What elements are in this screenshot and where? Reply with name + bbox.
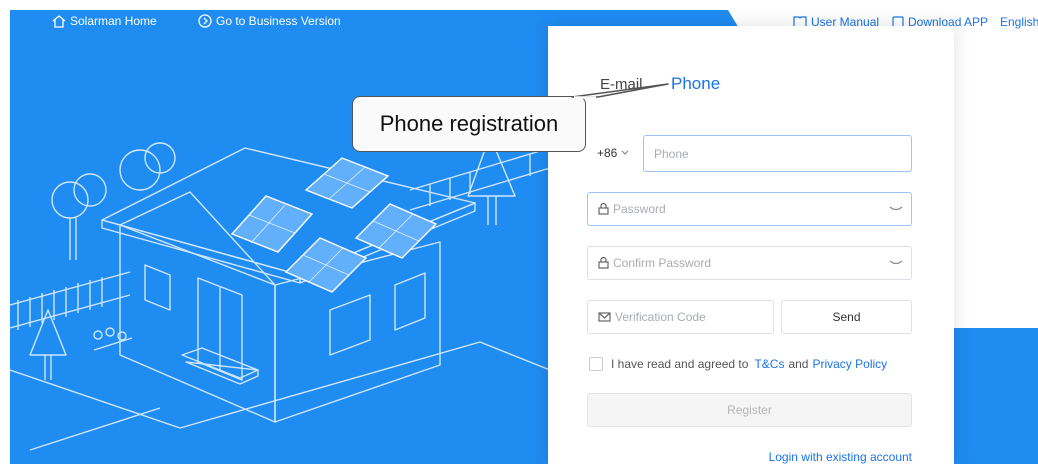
callout-pointer — [571, 83, 669, 99]
